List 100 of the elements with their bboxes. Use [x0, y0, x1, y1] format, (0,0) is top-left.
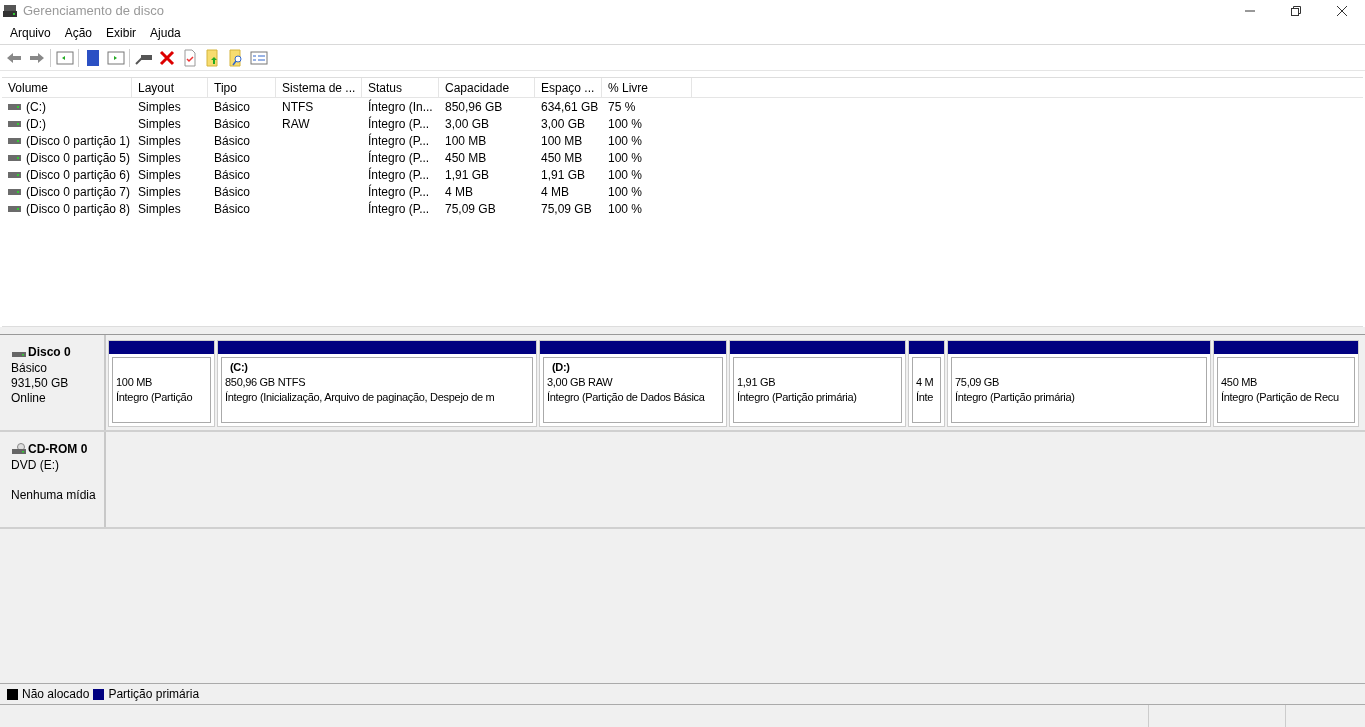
column-header[interactable]: Layout: [132, 78, 208, 97]
column-header[interactable]: Tipo: [208, 78, 276, 97]
disk-detail: Online: [11, 391, 47, 406]
table-cell-text: 1,91 GB: [445, 166, 490, 184]
table-cell-text: RAW: [282, 115, 310, 133]
partition-status: Íntegro (Partição: [116, 390, 194, 405]
table-cell-text: 100 %: [608, 200, 643, 218]
volume-row[interactable]: (Disco 0 partição 1) Simples Básico Íntegro (P... 100 MB 100 MB 100 %: [2, 132, 1363, 149]
table-cell-text: 100 %: [608, 132, 643, 150]
volume-row[interactable]: (Disco 0 partição 5) Simples Básico Íntegro (P... 450 MB 450 MB 100 %: [2, 149, 1363, 166]
column-header[interactable]: Capacidade: [439, 78, 535, 97]
volume-row[interactable]: (Disco 0 partição 6) Simples Básico Íntegro (P... 1,91 GB 1,91 GB 100 %: [2, 166, 1363, 183]
table-cell-text: 4 MB: [541, 183, 569, 201]
table-cell-text: Íntegro (P...: [368, 200, 430, 218]
table-cell-text: 100 %: [608, 149, 643, 167]
table-cell-text: (D:): [26, 115, 46, 133]
legend-label: Não alocado: [22, 686, 90, 703]
table-cell-text: 450 MB: [541, 149, 583, 167]
column-header[interactable]: Status: [362, 78, 439, 97]
table-cell-text: Íntegro (In...: [368, 98, 433, 116]
partition-status: Íntegro (Partição primária): [955, 390, 1076, 405]
table-cell-text: Básico: [214, 183, 251, 201]
table-cell-text: 450 MB: [445, 149, 487, 167]
partition-size: 75,09 GB: [955, 375, 1001, 390]
table-cell-text: 75 %: [608, 98, 636, 116]
close-icon: [1337, 6, 1347, 16]
partition-label: (C:): [229, 360, 249, 375]
primary-partition-bar: [909, 341, 944, 354]
table-cell-text: (Disco 0 partição 6): [26, 166, 131, 184]
table-cell-text: NTFS: [282, 98, 314, 116]
disk-name: Disco 0: [28, 344, 71, 361]
window-title: Gerenciamento de disco: [23, 2, 164, 21]
table-cell-text: Básico: [214, 132, 251, 150]
partition-block[interactable]: 75,09 GB Íntegro (Partição primária): [947, 340, 1211, 427]
table-cell-text: 75,09 GB: [541, 200, 592, 218]
table-cell-text: 1,91 GB: [541, 166, 586, 184]
table-cell-text: Simples: [138, 183, 181, 201]
table-cell-text: 100 MB: [445, 132, 487, 150]
volume-row[interactable]: (C:) Simples Básico NTFS Íntegro (In... 850,96 GB 634,61 GB 75 %: [2, 98, 1363, 115]
table-cell-text: Íntegro (P...: [368, 115, 430, 133]
column-header[interactable]: Espaço ...: [535, 78, 602, 97]
table-cell-text: 850,96 GB: [445, 98, 503, 116]
table-cell-text: Básico: [214, 115, 251, 133]
legend-label: Partição primária: [108, 686, 200, 703]
partition-status: Íntegro (Partição de Recu: [1221, 390, 1340, 405]
table-cell-text: 634,61 GB: [541, 98, 599, 116]
table-cell-text: 100 %: [608, 115, 643, 133]
partition-size: 3,00 GB RAW: [547, 375, 614, 390]
volume-row[interactable]: (Disco 0 partição 8) Simples Básico Íntegro (P... 75,09 GB 75,09 GB 100 %: [2, 200, 1363, 217]
table-cell-text: Simples: [138, 200, 181, 218]
drive-icon: [8, 205, 21, 212]
column-header[interactable]: Volume: [2, 78, 132, 97]
partition-block[interactable]: 450 MB Íntegro (Partição de Recu: [1213, 340, 1359, 427]
menu-item[interactable]: Arquivo: [3, 24, 58, 42]
partition-status: Íntegro (Partição de Dados Básica: [547, 390, 706, 405]
drive-icon: [8, 137, 21, 144]
table-cell-text: Simples: [138, 132, 181, 150]
partition-block[interactable]: 1,91 GB Íntegro (Partição primária): [729, 340, 906, 427]
partition-status: Íntegro (Inicialização, Arquivo de paginação, Despejo de m: [225, 390, 496, 405]
optical-drive-icon: [11, 443, 27, 455]
partition-size: 100 MB: [116, 375, 154, 390]
partition-block[interactable]: 4 M Ínte: [908, 340, 945, 427]
table-cell-text: 100 %: [608, 166, 643, 184]
partition-size: 4 M: [916, 375, 935, 390]
partition-label: (D:): [551, 360, 571, 375]
table-cell-text: 3,00 GB: [541, 115, 586, 133]
disk-management-icon: [2, 4, 18, 18]
partition-block[interactable]: (D:) 3,00 GB RAW Íntegro (Partição de Dados Básica: [539, 340, 727, 427]
partition-status: Ínte: [916, 390, 935, 405]
volume-row[interactable]: (D:) Simples Básico RAW Íntegro (P... 3,00 GB 3,00 GB 100 %: [2, 115, 1363, 132]
disk-detail: Nenhuma mídia: [11, 488, 95, 503]
table-cell-text: Básico: [214, 149, 251, 167]
partition-size: 1,91 GB: [737, 375, 777, 390]
table-cell-text: (C:): [26, 98, 46, 116]
table-cell-text: (Disco 0 partição 5): [26, 149, 131, 167]
table-cell-text: (Disco 0 partição 7): [26, 183, 131, 201]
menu-item[interactable]: Exibir: [99, 24, 144, 42]
table-cell-text: Básico: [214, 166, 251, 184]
table-cell-text: 3,00 GB: [445, 115, 490, 133]
partition-block[interactable]: 100 MB Íntegro (Partição: [108, 340, 215, 427]
disk-detail: DVD (E:): [11, 458, 60, 473]
partition-block[interactable]: (C:) 850,96 GB NTFS Íntegro (Inicialização, Arquivo de paginação, Despejo de m: [217, 340, 537, 427]
column-header[interactable]: % Livre: [602, 78, 692, 97]
table-cell-text: Simples: [138, 149, 181, 167]
table-cell-text: Básico: [214, 200, 251, 218]
drive-icon: [8, 188, 21, 195]
drive-icon: [8, 103, 21, 110]
pane-splitter[interactable]: [0, 327, 1365, 335]
table-cell-text: (Disco 0 partição 8): [26, 200, 131, 218]
menu-item[interactable]: Ação: [57, 24, 100, 42]
volume-row[interactable]: (Disco 0 partição 7) Simples Básico Íntegro (P... 4 MB 4 MB 100 %: [2, 183, 1363, 200]
table-cell-text: Íntegro (P...: [368, 132, 430, 150]
menu-item[interactable]: Ajuda: [143, 24, 188, 42]
table-cell-text: Íntegro (P...: [368, 183, 430, 201]
drive-icon: [8, 171, 21, 178]
table-cell-text: (Disco 0 partição 1): [26, 132, 131, 150]
drive-icon: [8, 120, 21, 127]
table-cell-text: Simples: [138, 115, 181, 133]
column-header[interactable]: Sistema de ...: [276, 78, 362, 97]
table-cell-text: Simples: [138, 98, 181, 116]
